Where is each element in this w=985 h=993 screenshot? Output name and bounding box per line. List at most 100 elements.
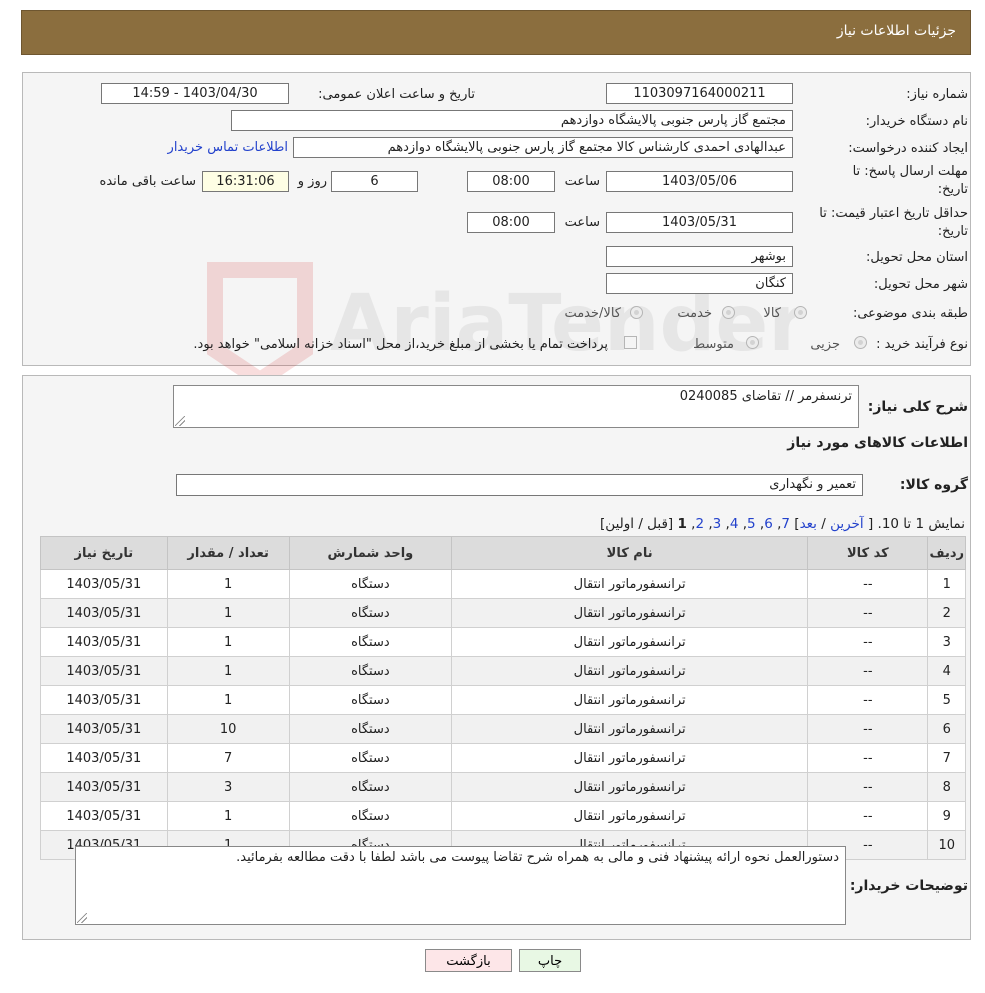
general-description-text: ترنسفرمر // تقاضای 0240085 [679,389,852,404]
process-medium-radio[interactable] [746,336,759,349]
need-date-cell: 1403/05/31 [40,772,168,802]
table-row[interactable]: 8 -- ترانسفورماتور انتقال دستگاه 3 1403/05/31 [40,772,966,802]
need-number-field[interactable]: 1103097164000211 [606,83,793,104]
row-number-cell: 4 [927,656,966,686]
buyer-notes-label: توضیحات خریدار: [849,878,968,894]
reply-deadline-date-label: تاریخ: [937,182,968,197]
quantity-cell: 1 [166,685,290,715]
table-row[interactable]: 4 -- ترانسفورماتور انتقال دستگاه 1 1403/05/31 [40,656,966,686]
col-header-item-name[interactable]: نام کالا [451,536,809,570]
table-row[interactable]: 6 -- ترانسفورماتور انتقال دستگاه 10 1403/05/3… [40,714,966,744]
item-code-cell: -- [807,656,929,686]
item-name-cell: ترانسفورماتور انتقال [451,627,809,657]
need-date-cell: 1403/05/31 [40,714,168,744]
pager-prev-first: [قبل / اولین] [600,516,674,532]
pager-page-4[interactable]: 4 [730,516,739,532]
item-code-cell: -- [807,772,929,802]
buyer-notes-text: دستورالعمل نحوه ارائه پیشنهاد فنی و مالی… [236,850,839,865]
row-number-cell: 2 [927,598,966,628]
item-code-cell: -- [807,743,929,773]
buyer-org-field[interactable]: مجتمع گاز پارس جنوبی پالایشگاه دوازدهم [231,110,793,131]
pager-page-3[interactable]: 3 [713,516,722,532]
validity-date-field[interactable]: 1403/05/31 [606,212,793,233]
process-minor-label: جزیی [810,337,840,352]
creator-label: ایجاد کننده درخواست: [848,141,968,156]
table-row[interactable]: 1 -- ترانسفورماتور انتقال دستگاه 1 1403/05/31 [40,569,966,599]
reply-time-label: ساعت [564,174,600,189]
resize-grip-icon[interactable] [77,913,87,923]
item-name-cell: ترانسفورماتور انتقال [451,569,809,599]
need-date-cell: 1403/05/31 [40,743,168,773]
pagination: نمایش 1 تا 10. [ آخرین / بعد] 7, 6, 5, 4… [600,516,965,532]
days-label: روز و [297,174,327,189]
category-service-radio[interactable] [722,306,735,319]
need-date-cell: 1403/05/31 [40,627,168,657]
general-description-textarea[interactable]: ترنسفرمر // تقاضای 0240085 [173,385,859,428]
table-header-row: ردیف کد کالا نام کالا واحد شمارش تعداد /… [40,536,966,570]
delivery-city-field[interactable]: کنگان [606,273,793,294]
delivery-province-field[interactable]: بوشهر [606,246,793,267]
col-header-quantity[interactable]: تعداد / مقدار [166,536,290,570]
buyer-notes-textarea[interactable]: دستورالعمل نحوه ارائه پیشنهاد فنی و مالی… [75,846,846,925]
creator-field[interactable]: عبدالهادی احمدی کارشناس کالا مجتمع گاز پ… [293,137,793,158]
announce-datetime-label: تاریخ و ساعت اعلان عمومی: [318,87,475,102]
col-header-row-number[interactable]: ردیف [927,536,966,570]
goods-group-field[interactable]: تعمیر و نگهداری [176,474,863,496]
unit-cell: دستگاه [288,714,453,744]
pager-next-link[interactable]: بعد [800,516,817,532]
pager-page-2[interactable]: 2 [695,516,704,532]
announce-datetime-field[interactable]: 1403/04/30 - 14:59 [101,83,289,104]
category-label: طبقه بندی موضوعی: [852,306,968,321]
unit-cell: دستگاه [288,801,453,831]
unit-cell: دستگاه [288,685,453,715]
row-number-cell: 5 [927,685,966,715]
item-code-cell: -- [807,569,929,599]
table-row[interactable]: 9 -- ترانسفورماتور انتقال دستگاه 1 1403/05/31 [40,801,966,831]
treasury-bonds-checkbox[interactable] [624,336,637,349]
print-button[interactable]: چاپ [519,949,581,972]
need-date-cell: 1403/05/31 [40,801,168,831]
col-header-need-date[interactable]: تاریخ نیاز [40,536,168,570]
pager-page-7[interactable]: 7 [781,516,790,532]
item-code-cell: -- [807,627,929,657]
col-header-unit[interactable]: واحد شمارش [288,536,453,570]
remaining-time-field[interactable]: 16:31:06 [202,171,289,192]
table-row[interactable]: 5 -- ترانسفورماتور انتقال دستگاه 1 1403/05/31 [40,685,966,715]
quantity-cell: 1 [166,627,290,657]
goods-group-label: گروه کالا: [899,477,968,493]
item-name-cell: ترانسفورماتور انتقال [451,656,809,686]
days-remaining-field[interactable]: 6 [331,171,418,192]
item-code-cell: -- [807,801,929,831]
process-minor-radio[interactable] [854,336,867,349]
row-number-cell: 10 [927,830,966,860]
back-button[interactable]: بازگشت [425,949,512,972]
need-date-cell: 1403/05/31 [40,685,168,715]
col-header-item-code[interactable]: کد کالا [807,536,929,570]
table-row[interactable]: 3 -- ترانسفورماتور انتقال دستگاه 1 1403/05/31 [40,627,966,657]
category-goods-radio[interactable] [794,306,807,319]
price-validity-date-label: تاریخ: [937,224,968,239]
unit-cell: دستگاه [288,743,453,773]
need-number-label: شماره نیاز: [906,87,968,102]
resize-grip-icon[interactable] [175,416,185,426]
item-name-cell: ترانسفورماتور انتقال [451,714,809,744]
row-number-cell: 3 [927,627,966,657]
reply-date-field[interactable]: 1403/05/06 [606,171,793,192]
page-header: جزئیات اطلاعات نیاز [21,10,971,55]
quantity-cell: 3 [166,772,290,802]
need-date-cell: 1403/05/31 [40,656,168,686]
table-row[interactable]: 2 -- ترانسفورماتور انتقال دستگاه 1 1403/05/31 [40,598,966,628]
category-goods-service-radio[interactable] [630,306,643,319]
goods-table: ردیف کد کالا نام کالا واحد شمارش تعداد /… [40,536,966,860]
validity-time-field[interactable]: 08:00 [467,212,555,233]
pager-page-5[interactable]: 5 [747,516,756,532]
row-number-cell: 6 [927,714,966,744]
item-code-cell: -- [807,685,929,715]
pager-page-6[interactable]: 6 [764,516,773,532]
table-row[interactable]: 7 -- ترانسفورماتور انتقال دستگاه 7 1403/05/31 [40,743,966,773]
category-goods-service-label: کالا/خدمت [564,306,621,321]
pager-last-link[interactable]: آخرین [830,516,864,532]
quantity-cell: 7 [166,743,290,773]
buyer-contact-link[interactable]: اطلاعات تماس خریدار [168,140,288,155]
reply-time-field[interactable]: 08:00 [467,171,555,192]
